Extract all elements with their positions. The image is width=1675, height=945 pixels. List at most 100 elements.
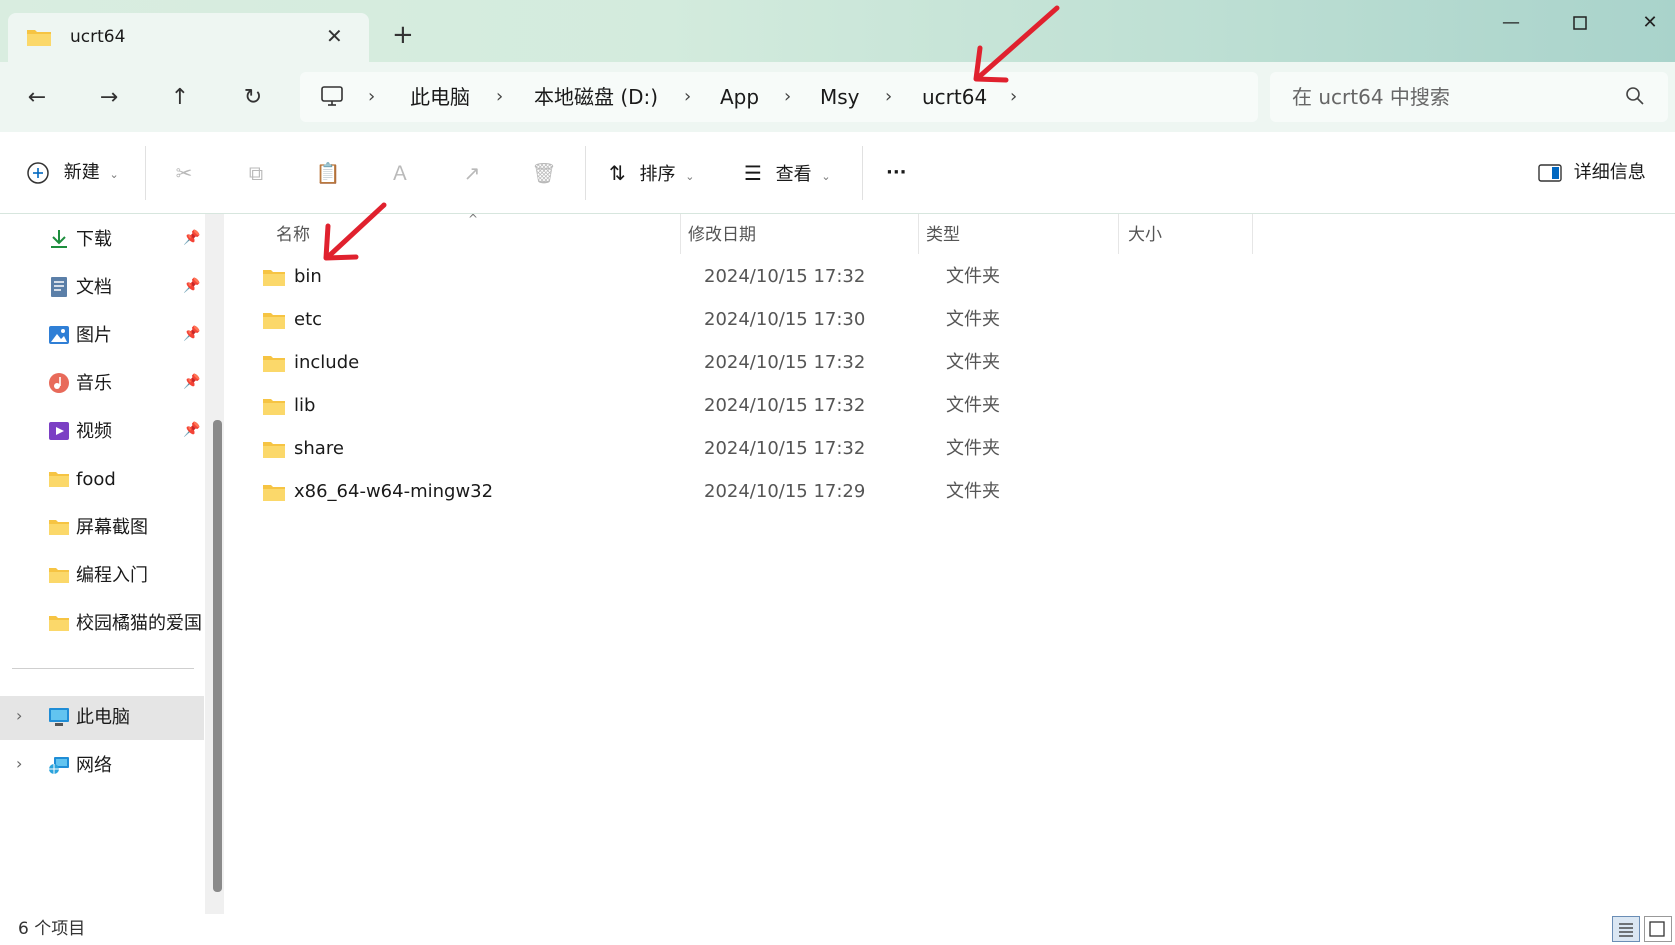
pin-icon[interactable]: 📌: [183, 422, 200, 438]
tab-ucrt64[interactable]: ucrt64 ✕: [8, 13, 369, 62]
column-divider[interactable]: [1118, 214, 1119, 254]
breadcrumb-separator[interactable]: ›: [684, 85, 691, 109]
breadcrumb-separator[interactable]: ›: [784, 85, 791, 109]
column-divider[interactable]: [680, 214, 681, 254]
table-row[interactable]: include 2024/10/15 17:32 文件夹: [232, 342, 1675, 385]
sidebar-divider: [12, 668, 194, 669]
breadcrumb-app[interactable]: App: [720, 85, 759, 109]
large-icons-view-button[interactable]: [1644, 916, 1672, 942]
network-icon: [49, 757, 69, 774]
table-row[interactable]: x86_64-w64-mingw32 2024/10/15 17:29 文件夹: [232, 471, 1675, 514]
new-button[interactable]: 新建 ⌄: [26, 158, 119, 188]
chevron-right-icon[interactable]: ›: [16, 754, 22, 773]
file-name[interactable]: lib: [294, 394, 315, 418]
column-header-date[interactable]: 修改日期: [688, 224, 756, 246]
sidebar-item-network[interactable]: › 网络: [0, 744, 204, 788]
large-icons-view-icon: [1649, 921, 1665, 937]
more-options-button[interactable]: ···: [886, 158, 907, 188]
folder-icon: [49, 472, 69, 487]
breadcrumb-ucrt64[interactable]: ucrt64: [922, 85, 987, 109]
navigation-pane: 下载 📌 文档 📌 图片 📌 音乐 📌 视频 📌 food 屏幕截图 编程入门 …: [0, 214, 215, 914]
file-date: 2024/10/15 17:32: [704, 266, 866, 287]
file-name[interactable]: etc: [294, 308, 322, 332]
table-row[interactable]: share 2024/10/15 17:32 文件夹: [232, 428, 1675, 471]
search-box[interactable]: 在 ucrt64 中搜索: [1270, 72, 1668, 122]
sidebar-scrollbar-thumb[interactable]: [213, 420, 222, 892]
minimize-button[interactable]: —: [1488, 8, 1534, 38]
file-name[interactable]: bin: [294, 265, 322, 289]
table-row[interactable]: etc 2024/10/15 17:30 文件夹: [232, 299, 1675, 342]
sidebar-item-downloads[interactable]: 下载 📌: [0, 218, 204, 262]
breadcrumb-separator[interactable]: ›: [885, 85, 892, 109]
file-name[interactable]: share: [294, 437, 344, 461]
table-row[interactable]: lib 2024/10/15 17:32 文件夹: [232, 385, 1675, 428]
search-placeholder[interactable]: 在 ucrt64 中搜索: [1292, 85, 1450, 109]
sidebar-item-music[interactable]: 音乐 📌: [0, 362, 204, 406]
view-button[interactable]: ☰ 查看 ⌄: [744, 158, 831, 188]
table-row[interactable]: bin 2024/10/15 17:32 文件夹: [232, 256, 1675, 299]
column-header-size[interactable]: 大小: [1128, 224, 1162, 246]
forward-button[interactable]: →: [94, 83, 124, 113]
chevron-right-icon[interactable]: ›: [16, 706, 22, 725]
file-name[interactable]: x86_64-w64-mingw32: [294, 480, 493, 504]
sidebar-item-programming-intro[interactable]: 编程入门: [0, 554, 204, 598]
column-divider[interactable]: [1252, 214, 1253, 254]
sidebar-item-label: food: [76, 469, 116, 490]
back-button[interactable]: ←: [22, 83, 52, 113]
breadcrumb-this-pc[interactable]: 此电脑: [410, 85, 470, 109]
toolbar-divider: [862, 146, 863, 200]
column-divider[interactable]: [918, 214, 919, 254]
copy-icon[interactable]: ⧉: [241, 158, 271, 188]
column-header-name[interactable]: 名称: [276, 224, 310, 246]
tab-title: ucrt64: [70, 27, 126, 47]
sidebar-item-screenshots[interactable]: 屏幕截图: [0, 506, 204, 550]
share-icon[interactable]: ↗: [457, 158, 487, 188]
breadcrumb-msy[interactable]: Msy: [820, 85, 860, 109]
rename-icon[interactable]: Ａ: [385, 158, 415, 188]
sidebar-item-label: 此电脑: [76, 707, 130, 728]
folder-icon: [263, 399, 285, 415]
sidebar-item-label: 网络: [76, 755, 112, 776]
file-name[interactable]: include: [294, 351, 359, 375]
navigation-bar: ← → ↑ ↻ › 此电脑 › 本地磁盘 (D:) › App › Msy › …: [0, 62, 1675, 132]
maximize-icon: [1573, 16, 1587, 30]
sidebar-item-videos[interactable]: 视频 📌: [0, 410, 204, 454]
breadcrumb-separator[interactable]: ›: [1010, 85, 1017, 109]
maximize-button[interactable]: [1557, 8, 1603, 38]
sidebar-item-food[interactable]: food: [0, 458, 204, 502]
sidebar-item-campus-cat[interactable]: 校园橘猫的爱国: [0, 602, 204, 646]
view-list-icon: ☰: [744, 161, 762, 185]
breadcrumb-separator[interactable]: ›: [368, 85, 375, 109]
breadcrumb-separator[interactable]: ›: [496, 85, 503, 109]
computer-icon[interactable]: [320, 85, 344, 107]
new-tab-button[interactable]: +: [392, 22, 414, 48]
file-list: 名称 ^ 修改日期 类型 大小 bin 2024/10/15 17:32 文件夹…: [232, 212, 1675, 914]
up-button[interactable]: ↑: [165, 83, 195, 113]
paste-icon[interactable]: 📋: [313, 158, 343, 188]
details-pane-button[interactable]: 详细信息: [1538, 158, 1646, 188]
sidebar-item-documents[interactable]: 文档 📌: [0, 266, 204, 310]
pin-icon[interactable]: 📌: [183, 326, 200, 342]
refresh-button[interactable]: ↻: [238, 83, 268, 113]
details-label: 详细信息: [1573, 162, 1646, 183]
pin-icon[interactable]: 📌: [183, 374, 200, 390]
picture-icon: [49, 326, 69, 344]
breadcrumb-drive-d[interactable]: 本地磁盘 (D:): [534, 85, 658, 109]
file-date: 2024/10/15 17:32: [704, 438, 866, 459]
column-header-type[interactable]: 类型: [926, 224, 960, 246]
sidebar-item-pictures[interactable]: 图片 📌: [0, 314, 204, 358]
delete-icon[interactable]: 🗑: [529, 158, 559, 188]
document-icon: [51, 277, 67, 297]
pin-icon[interactable]: 📌: [183, 278, 200, 294]
tab-close-icon[interactable]: ✕: [326, 24, 343, 48]
details-view-button[interactable]: [1612, 916, 1640, 942]
sidebar-item-this-pc[interactable]: › 此电脑: [0, 696, 204, 740]
cut-icon[interactable]: ✂: [169, 158, 199, 188]
pin-icon[interactable]: 📌: [183, 230, 200, 246]
toolbar-divider: [145, 146, 146, 200]
close-window-button[interactable]: ✕: [1627, 8, 1673, 38]
search-icon[interactable]: [1625, 86, 1645, 106]
details-pane-icon: [1538, 164, 1562, 182]
address-bar[interactable]: › 此电脑 › 本地磁盘 (D:) › App › Msy › ucrt64 ›: [300, 72, 1258, 122]
sort-button[interactable]: ⇅ 排序 ⌄: [609, 158, 694, 188]
